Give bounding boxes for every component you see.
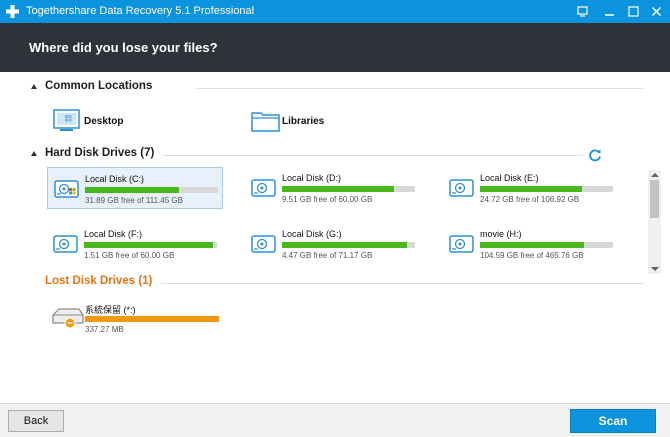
section-hard-disk-drives[interactable]: Hard Disk Drives (7) (31, 147, 643, 163)
collapse-triangle-icon[interactable] (31, 84, 37, 89)
folder-icon (251, 112, 280, 132)
window-title: Togethershare Data Recovery 5.1 Professi… (26, 5, 255, 17)
footer: Back Scan (0, 403, 670, 437)
drive-usage-bar (85, 187, 218, 193)
scan-button[interactable]: Scan (570, 409, 656, 433)
drive-usage-bar (84, 242, 217, 248)
disk-icon (251, 235, 276, 253)
drive-g[interactable]: Local Disk (G:) 4.47 GB free of 71.17 GB (245, 223, 421, 265)
disk-icon (449, 179, 474, 197)
drive-usage-fill (84, 242, 213, 248)
app-plus-icon (6, 5, 19, 18)
collapse-triangle-icon[interactable] (31, 151, 37, 156)
drive-space-info: 24.72 GB free of 106.92 GB (480, 195, 580, 204)
section-common-locations[interactable]: Common Locations (31, 80, 643, 96)
desktop-icon (53, 109, 80, 131)
close-icon[interactable] (650, 5, 663, 18)
location-label: Desktop (84, 116, 124, 127)
drive-name: Local Disk (D:) (282, 173, 342, 183)
drive-usage-fill (282, 186, 394, 192)
page-title: Where did you lose your files? (29, 40, 218, 55)
section-divider (161, 283, 643, 284)
drive-usage-bar (480, 186, 613, 192)
drive-usage-fill (480, 242, 584, 248)
drive-name: Local Disk (C:) (85, 174, 145, 184)
restore-icon[interactable] (576, 5, 589, 18)
drive-usage-fill (282, 242, 408, 248)
drive-name: Local Disk (G:) (282, 229, 342, 239)
scroll-up-icon[interactable] (651, 173, 659, 177)
drive-usage-bar (480, 242, 613, 248)
section-label: Lost Disk Drives (1) (45, 275, 153, 287)
drive-f[interactable]: Local Disk (F:) 1.51 GB free of 60.00 GB (47, 223, 223, 265)
location-libraries[interactable]: Libraries (251, 109, 371, 135)
disk-icon (251, 179, 276, 197)
drive-name: movie (H:) (480, 229, 522, 239)
refresh-icon[interactable] (588, 148, 602, 162)
back-button[interactable]: Back (8, 410, 64, 432)
drive-usage-bar (282, 242, 415, 248)
minimize-icon[interactable] (603, 5, 616, 18)
section-lost-disk-drives[interactable]: Lost Disk Drives (1) (31, 275, 643, 291)
drive-c[interactable]: Local Disk (C:) 31.89 GB free of 111.45 … (47, 167, 223, 209)
drive-space-info: 104.59 GB free of 465.76 GB (480, 251, 584, 260)
drive-e[interactable]: Local Disk (E:) 24.72 GB free of 106.92 … (443, 167, 619, 209)
windows-disk-icon (54, 180, 79, 198)
section-label: Hard Disk Drives (7) (45, 147, 155, 159)
drive-space-info: 31.89 GB free of 111.45 GB (85, 196, 183, 205)
drive-space-info: 4.47 GB free of 71.17 GB (282, 251, 373, 260)
scroll-thumb[interactable] (650, 180, 659, 218)
disk-icon (53, 235, 78, 253)
location-label: Libraries (282, 116, 325, 127)
drive-name: Local Disk (F:) (84, 229, 143, 239)
drive-usage-fill (85, 316, 219, 322)
lost-disk-icon (52, 308, 84, 329)
drive-usage-fill (85, 187, 180, 193)
title-bar: Togethershare Data Recovery 5.1 Professi… (0, 0, 670, 23)
drive-space-info: 337.27 MB (85, 325, 124, 334)
main-content: Common Locations Desktop Libraries Hard … (0, 72, 670, 403)
section-divider (163, 155, 583, 156)
drive-space-info: 1.51 GB free of 60.00 GB (84, 251, 175, 260)
drive-d[interactable]: Local Disk (D:) 9.51 GB free of 60.00 GB (245, 167, 421, 209)
drive-usage-bar (282, 186, 415, 192)
drive-usage-fill (480, 186, 583, 192)
location-desktop[interactable]: Desktop (53, 109, 173, 135)
lost-drive-system-reserved[interactable]: 系統保留 (*:) 337.27 MB (51, 300, 227, 342)
section-label: Common Locations (45, 80, 153, 92)
drive-name: 系統保留 (*:) (85, 305, 136, 315)
drive-h[interactable]: movie (H:) 104.59 GB free of 465.76 GB (443, 223, 619, 265)
disk-icon (449, 235, 474, 253)
drive-usage-bar (85, 316, 219, 322)
page-header: Where did you lose your files? (0, 23, 670, 72)
drive-space-info: 9.51 GB free of 60.00 GB (282, 195, 373, 204)
maximize-icon[interactable] (627, 5, 640, 18)
section-divider (196, 88, 643, 89)
scroll-down-icon[interactable] (651, 267, 659, 271)
drives-scrollbar[interactable] (648, 170, 661, 274)
drive-name: Local Disk (E:) (480, 173, 539, 183)
